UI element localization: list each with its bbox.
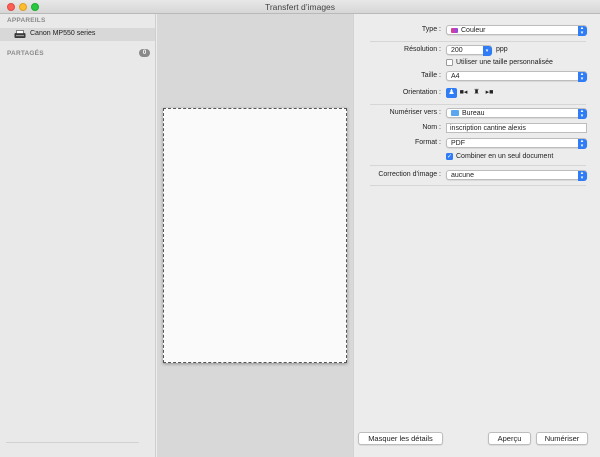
chevron-updown-icon: ▴ ▾ [577, 25, 587, 36]
resolution-value: 200 [451, 47, 463, 54]
name-field[interactable]: inscription cantine alexis [446, 123, 587, 133]
format-label: Format : [414, 139, 441, 146]
title-bar: Transfert d’images [0, 0, 600, 14]
orientation-label: Orientation : [402, 89, 441, 96]
type-popup[interactable]: Couleur ▴ ▾ [446, 25, 587, 36]
settings-panel: Type : Couleur ▴ ▾ Résolution : 200 ▾ ppp… [353, 14, 600, 457]
color-icon [451, 27, 458, 33]
combine-checkbox[interactable]: ✓ [446, 153, 453, 160]
scan-to-value: Bureau [462, 110, 485, 117]
image-correction-popup[interactable]: aucune ▴ ▾ [446, 170, 587, 181]
image-correction-label: Correction d’image : [378, 171, 441, 178]
scan-preview-area [157, 14, 353, 457]
size-popup[interactable]: A4 ▴ ▾ [446, 71, 587, 82]
sidebar: APPAREILS Canon MP550 series PARTAGÉS 0 [0, 14, 156, 457]
type-value: Couleur [461, 27, 486, 34]
image-correction-value: aucune [451, 172, 474, 179]
orientation-landscape-right-icon[interactable]: ▸■ [484, 88, 495, 98]
chevron-updown-icon: ▴ ▾ [577, 170, 587, 181]
shared-count-badge: 0 [139, 49, 150, 57]
folder-icon [451, 110, 459, 117]
orientation-landscape-left-icon[interactable]: ■◂ [458, 88, 469, 98]
orientation-upside-down-icon[interactable]: ♜ [471, 88, 482, 98]
size-label: Taille : [421, 72, 441, 79]
sidebar-item-device[interactable]: Canon MP550 series [0, 28, 155, 41]
custom-size-label: Utiliser une taille personnalisée [456, 59, 553, 66]
preview-button[interactable]: Aperçu [488, 432, 531, 445]
scan-to-popup[interactable]: Bureau ▴ ▾ [446, 108, 587, 119]
resolution-popup[interactable]: 200 ▾ [446, 45, 492, 56]
size-value: A4 [451, 73, 460, 80]
resolution-unit: ppp [496, 46, 508, 53]
window-title: Transfert d’images [264, 2, 336, 12]
orientation-portrait-icon[interactable]: ♟ [446, 88, 457, 98]
divider [370, 185, 586, 186]
type-label: Type : [421, 26, 441, 33]
orientation-controls: ♟ ■◂ ♜ ▸■ [446, 88, 496, 98]
chevron-updown-icon: ▴ ▾ [577, 108, 587, 119]
printer-icon [14, 30, 26, 38]
device-name: Canon MP550 series [30, 30, 96, 37]
chevron-updown-icon: ▴ ▾ [577, 71, 587, 82]
chevron-updown-icon: ▴ ▾ [577, 138, 587, 149]
hide-details-button[interactable]: Masquer les détails [358, 432, 443, 445]
shared-heading: PARTAGÉS [7, 50, 44, 57]
resolution-label: Résolution : [404, 46, 441, 53]
format-popup[interactable]: PDF ▴ ▾ [446, 138, 587, 149]
chevron-down-icon: ▾ [482, 45, 492, 56]
combine-label: Combiner en un seul document [456, 153, 554, 160]
custom-size-checkbox[interactable] [446, 59, 453, 66]
divider [370, 104, 586, 105]
scan-to-label: Numériser vers : [389, 109, 441, 116]
divider [370, 41, 586, 42]
scan-button[interactable]: Numériser [536, 432, 588, 445]
sidebar-divider [6, 442, 139, 443]
devices-heading: APPAREILS [7, 17, 46, 24]
format-value: PDF [451, 140, 465, 147]
scan-page-preview[interactable] [163, 108, 347, 363]
name-label: Nom : [422, 124, 441, 131]
divider [370, 165, 586, 166]
